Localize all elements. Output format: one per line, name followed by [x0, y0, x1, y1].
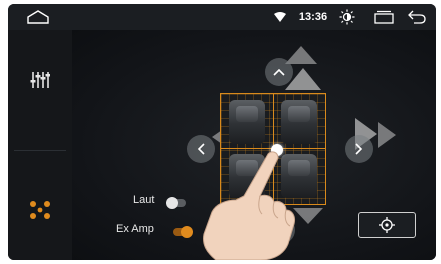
home-button[interactable] [18, 4, 58, 30]
seat-front-right [281, 100, 317, 144]
seat-rear-left [229, 154, 265, 198]
chevron-up-icon [273, 68, 285, 76]
fader-balance-panel: Laut Ex Amp [72, 30, 436, 260]
ex-amp-toggle[interactable] [173, 226, 193, 238]
chevron-right-icon [355, 143, 363, 155]
seat-rear-right [281, 154, 317, 198]
move-down-button[interactable] [267, 216, 295, 244]
brightness-icon[interactable] [337, 4, 357, 30]
crosshair-icon [379, 217, 395, 233]
home-outline-icon [27, 10, 49, 24]
sound-focus-point[interactable] [271, 144, 283, 156]
sidebar-item-equalizer[interactable] [8, 50, 72, 110]
right-arrow-large-icon [378, 122, 396, 148]
up-arrow-large-icon [285, 46, 317, 64]
status-bar: 13:36 [8, 4, 436, 30]
recent-apps-button[interactable] [371, 4, 397, 30]
move-left-button[interactable] [187, 135, 215, 163]
seat-front-left [229, 100, 265, 144]
clock: 13:36 [298, 11, 328, 23]
recent-apps-icon [374, 10, 394, 24]
speaker-dots-icon [30, 201, 50, 219]
laut-toggle[interactable] [166, 197, 186, 209]
head-unit-display: 13:36 Laut Ex Amp [8, 4, 436, 260]
down-arrow-large-icon [293, 208, 323, 224]
chevron-left-icon [197, 143, 205, 155]
move-up-button[interactable] [265, 58, 293, 86]
screen: 13:36 Laut Ex Amp [0, 0, 441, 264]
laut-label: Laut [133, 194, 155, 206]
sidebar-item-fader-balance[interactable] [8, 180, 72, 240]
back-arrow-icon [408, 10, 426, 24]
back-button[interactable] [404, 4, 430, 30]
move-right-button[interactable] [345, 135, 373, 163]
ex-amp-label: Ex Amp [116, 223, 154, 235]
chevron-down-icon [275, 226, 287, 234]
toggle-knob [166, 197, 178, 209]
center-reset-button[interactable] [358, 212, 416, 238]
toggle-knob [181, 226, 193, 238]
sidebar [8, 30, 72, 260]
wifi-icon [271, 4, 289, 30]
equalizer-sliders-icon [30, 72, 50, 88]
sidebar-divider [14, 150, 66, 151]
